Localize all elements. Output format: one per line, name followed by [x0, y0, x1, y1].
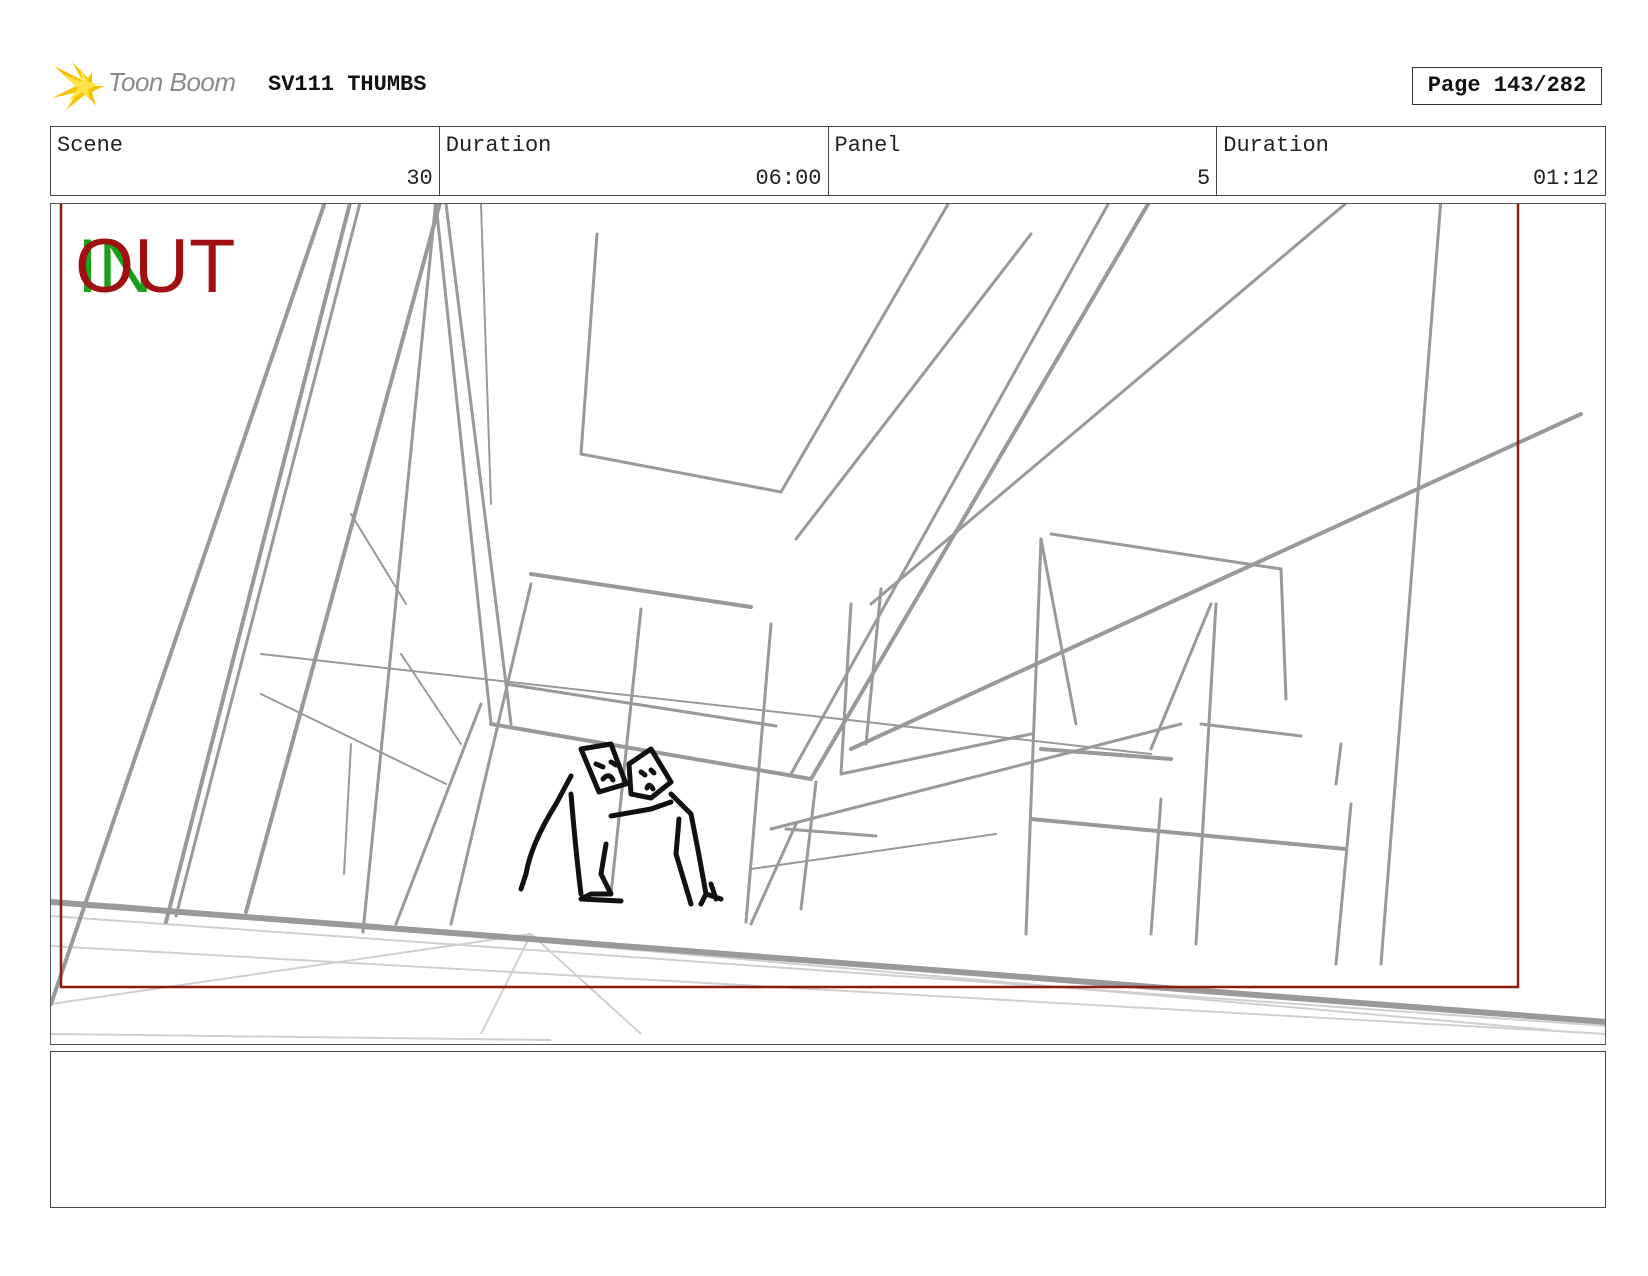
panel-sketch: IN OUT	[51, 204, 1605, 1041]
document-title: SV111 THUMBS	[268, 72, 427, 97]
starburst-icon	[52, 62, 104, 110]
out-marker: OUT	[75, 224, 235, 309]
page-indicator: Page 143/282	[1412, 67, 1602, 105]
scene-label: Scene	[57, 133, 124, 158]
panel-label: Panel	[834, 133, 901, 158]
scene-duration-cell: Duration 06:00	[440, 127, 829, 195]
panel-duration-label: Duration	[1223, 133, 1329, 158]
logo-text: Toon Boom	[108, 67, 236, 97]
character-sketch	[518, 741, 724, 907]
floor-lines	[51, 903, 1605, 1041]
room-sketch	[51, 204, 1605, 1025]
scene-value: 30	[406, 166, 433, 191]
safe-frame	[59, 204, 1520, 989]
storyboard-panel: IN OUT	[50, 203, 1606, 1045]
scene-cell: Scene 30	[51, 127, 440, 195]
toon-boom-logo: Toon Boom	[52, 58, 252, 114]
panel-notes-box	[50, 1051, 1606, 1208]
panel-cell: Panel 5	[829, 127, 1218, 195]
panel-info-table: Scene 30 Duration 06:00 Panel 5 Duration…	[50, 126, 1606, 196]
scene-duration-value: 06:00	[755, 166, 822, 191]
scene-duration-label: Duration	[445, 133, 552, 158]
panel-duration-value: 01:12	[1532, 166, 1599, 191]
panel-value: 5	[1197, 166, 1211, 191]
panel-duration-cell: Duration 01:12	[1217, 127, 1605, 195]
